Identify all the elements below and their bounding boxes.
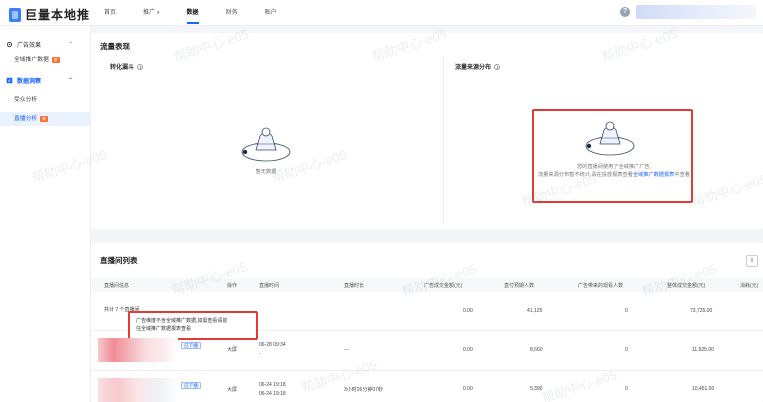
help-icon[interactable]: ? <box>620 7 630 17</box>
row-direct-pay: 8,660 <box>530 347 543 353</box>
chevron-down-icon: ▾ <box>157 10 160 16</box>
nav-home[interactable]: 首页 <box>104 0 116 26</box>
live-thumbnail[interactable] <box>98 338 178 362</box>
nav-finance[interactable]: 财务 <box>226 0 238 26</box>
row-total-gmv: 11,625.00 <box>692 347 714 353</box>
sidebar-item-audience[interactable]: 受众分析 <box>0 93 91 107</box>
live-time-start: 06-28 09:34 <box>259 342 286 348</box>
gear-icon <box>6 41 13 47</box>
chevron-up-icon: ⌃ <box>68 41 74 48</box>
total-ad-gmv: 0.00 <box>463 308 473 314</box>
sidebar-group-data-insight[interactable]: 数据洞察 ⌃ <box>0 73 91 87</box>
status-tag: 已下播 <box>181 382 201 389</box>
row-direct-pay: 5,390 <box>530 386 543 392</box>
source-title: 流量来源分布 <box>455 62 501 71</box>
sidebar-item-all-domain[interactable]: 全域推广数据 新 <box>0 53 91 67</box>
big-screen-link[interactable]: 大屏 <box>227 386 237 393</box>
nav-promotion[interactable]: 推广 ▾ <box>143 0 160 26</box>
row-ad-gmv: 0.00 <box>463 386 473 392</box>
info-tooltip: 广告维度不含全域推广数据,如需查看请前 往全域推广数据报表查看 <box>128 311 258 340</box>
total-ad-viewers: 0 <box>625 308 628 314</box>
col-action: 操作 <box>227 283 238 289</box>
live-duration: --- <box>344 347 349 353</box>
live-duration: 3小时26分钟07秒 <box>344 387 383 393</box>
live-thumbnail[interactable] <box>98 378 178 402</box>
logo-text: 巨量本地推 <box>25 8 91 22</box>
col-ad-viewers: 广告带来的观看人数 <box>578 283 624 289</box>
nav-account[interactable]: 账户 <box>265 0 277 26</box>
big-screen-link[interactable]: 大屏 <box>227 346 237 353</box>
status-tag: 已下播 <box>181 342 201 349</box>
empty-illustration-icon <box>241 127 291 162</box>
col-direct-pay: 直付预期人数 <box>504 283 535 289</box>
panel-divider <box>443 56 444 224</box>
col-cost: 消耗(元) <box>740 283 759 289</box>
logo-icon <box>9 7 21 22</box>
nav-data[interactable]: 数据 <box>186 0 199 26</box>
funnel-empty-text: 暂无数据 <box>255 169 277 175</box>
col-total-gmv: 整体成交金额(元) <box>667 283 706 289</box>
total-direct-pay: 41,125 <box>527 308 543 314</box>
live-time-end: 06-24 19:18 <box>259 391 286 397</box>
row-divider <box>91 370 763 371</box>
chart-icon <box>6 77 13 83</box>
funnel-title: 转化漏斗 <box>110 62 144 71</box>
col-live-info: 直播间信息 <box>104 283 130 289</box>
live-time-end: - <box>259 351 261 357</box>
sidebar-item-live-analysis[interactable]: 直播分析 新 <box>0 112 91 126</box>
main-nav: 首页 推广 ▾ 数据 财务 账户 <box>104 0 304 26</box>
row-total-gmv: 10,451.00 <box>692 386 715 392</box>
row-ad-gmv: 0.00 <box>463 347 473 353</box>
logo[interactable]: 巨量本地推 <box>9 6 90 23</box>
col-live-time: 直播时间 <box>259 283 280 289</box>
top-bar: 巨量本地推 首页 推广 ▾ 数据 财务 账户 ? <box>0 0 763 26</box>
sidebar: 广告效果 ⌃ 全域推广数据 新 数据洞察 ⌃ 受众分析 直播分析 新 <box>0 26 91 402</box>
live-list-title: 直播间列表 <box>100 256 138 265</box>
new-badge: 新 <box>51 57 60 63</box>
account-info[interactable] <box>636 5 756 19</box>
total-total-gmv: 73,725.00 <box>690 308 713 314</box>
col-duration: 直播时长 <box>344 283 365 289</box>
row-ad-viewers: 0 <box>625 347 628 353</box>
sidebar-group-ad-effect[interactable]: 广告效果 ⌃ <box>0 37 91 51</box>
info-icon[interactable] <box>137 63 144 70</box>
download-icon[interactable]: ⇩ <box>746 255 758 267</box>
row-ad-viewers: 0 <box>625 386 628 392</box>
new-badge: 新 <box>40 116 49 122</box>
highlight-box <box>532 109 693 203</box>
live-time-start: 06-24 19:18 <box>259 382 286 388</box>
chevron-up-icon: ⌃ <box>68 77 74 84</box>
info-icon[interactable] <box>494 63 501 70</box>
col-ad-gmv: 广告成交金额(元) <box>424 283 463 289</box>
traffic-title: 流量表现 <box>100 42 130 51</box>
